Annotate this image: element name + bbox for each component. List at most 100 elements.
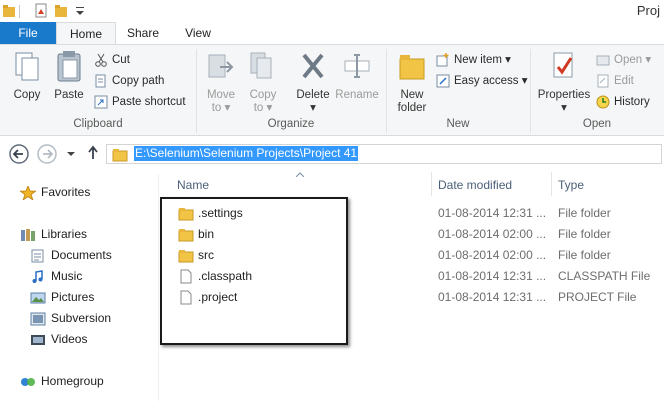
edit-icon [597,74,609,88]
easy-access-label: Easy access [454,75,519,87]
documents-icon [31,249,44,263]
nav-favorites-label: Favorites [41,185,91,199]
clipboard-group-label: Clipboard [73,118,123,130]
annotation-highlight-box [160,197,348,345]
copy-path-label: Copy path [112,75,165,87]
nav-videos[interactable]: Videos [30,330,87,348]
nav-subversion[interactable]: Subversion [30,309,111,327]
history-button[interactable]: History [596,93,650,111]
nav-music[interactable]: Music [30,267,82,285]
move-to-button[interactable]: Move to ▾ [202,49,240,115]
cut-label: Cut [112,54,130,66]
file-type: File folder [558,227,611,241]
move-to-label-2: to [211,102,222,114]
paste-shortcut-label: Paste shortcut [112,96,186,108]
history-icon [596,95,610,109]
nav-favorites[interactable]: Favorites [20,183,90,201]
delete-x-icon [302,53,324,79]
star-icon [20,185,36,200]
paste-shortcut-button[interactable]: Paste shortcut [94,93,186,111]
title-bar: Proj [0,0,664,22]
tab-home[interactable]: Home [56,22,116,44]
file-date: 01-08-2014 02:00 ... [438,248,547,262]
new-folder-icon[interactable] [54,2,68,20]
copy-button[interactable]: Copy [4,49,50,101]
nav-subversion-label: Subversion [51,311,112,325]
libraries-icon [21,228,35,241]
recent-locations-icon[interactable] [66,149,76,159]
nav-libraries[interactable]: Libraries [20,225,87,243]
nav-pictures[interactable]: Pictures [30,288,94,306]
copy-icon [15,52,39,81]
column-header-type[interactable]: Type [558,177,584,193]
subversion-icon [30,312,46,326]
column-header-name[interactable]: Name [177,177,209,193]
new-folder-button[interactable]: New folder [392,49,432,115]
copy-to-label-2: to [253,102,264,114]
nav-pane-divider[interactable] [158,174,159,401]
ribbon: Copy Paste Cut Copy path Paste shortcut … [0,44,664,136]
rename-icon [344,54,370,78]
history-label: History [614,96,650,108]
copy-to-button[interactable]: Copy to ▾ [244,49,282,115]
pictures-icon [30,292,46,304]
window-title: Proj [636,3,660,18]
column-divider[interactable] [431,172,432,196]
new-item-label: New item [454,54,502,66]
copy-path-button[interactable]: Copy path [94,72,164,90]
new-group-label: New [446,118,470,130]
new-folder-label: New [400,89,424,101]
paste-label: Paste [54,89,84,101]
file-date: 01-08-2014 12:31 ... [438,290,547,304]
file-type: File folder [558,248,611,262]
nav-homegroup[interactable]: Homegroup [20,372,104,390]
file-date: 01-08-2014 12:31 ... [438,206,547,220]
tab-file[interactable]: File [0,22,56,44]
folder-icon [3,5,15,17]
paste-button[interactable]: Paste [50,49,88,101]
move-to-icon [208,54,234,78]
open-label: Open [614,54,643,66]
new-item-icon [436,52,449,67]
back-icon[interactable] [8,143,30,165]
forward-icon[interactable] [36,143,58,165]
open-icon [596,55,610,66]
properties-button[interactable]: Properties ▾ [536,49,592,115]
nav-documents[interactable]: Documents [30,246,112,264]
properties-icon[interactable] [34,2,48,20]
easy-access-icon [436,74,450,88]
file-type: CLASSPATH File [558,269,651,283]
address-path[interactable]: E:\Selenium\Selenium Projects\Project 41 [134,146,359,161]
open-group-label: Open [582,118,612,130]
edit-button[interactable]: Edit [596,72,634,90]
customize-toolbar-icon[interactable] [74,2,86,20]
file-type: File folder [558,206,611,220]
easy-access-button[interactable]: Easy access ▾ [436,72,528,90]
rename-button[interactable]: Rename [334,49,380,101]
move-to-label: Move [206,89,236,101]
nav-pictures-label: Pictures [51,290,95,304]
folder-icon [399,55,425,80]
tab-view[interactable]: View [170,22,226,44]
cut-button[interactable]: Cut [94,51,130,69]
up-arrow-icon[interactable] [86,145,100,161]
paste-shortcut-icon [94,95,108,109]
column-header-date[interactable]: Date modified [438,177,512,193]
copy-path-icon [95,74,106,88]
nav-documents-label: Documents [51,248,112,262]
new-item-button[interactable]: New item ▾ [436,51,511,69]
ribbon-tabs: File Home Share View [0,22,664,44]
scissors-icon [95,53,107,67]
paste-icon [57,51,81,82]
file-date: 01-08-2014 02:00 ... [438,227,547,241]
delete-button[interactable]: Delete ▾ [292,49,334,115]
sort-ascending-icon [296,172,304,177]
copy-to-icon [250,52,272,79]
properties-icon [553,52,573,78]
tab-share[interactable]: Share [118,22,168,44]
open-button[interactable]: Open ▾ [596,51,651,69]
column-divider[interactable] [551,172,552,196]
organize-group-label: Organize [267,118,315,130]
rename-label: Rename [335,89,379,101]
homegroup-icon [21,377,35,386]
